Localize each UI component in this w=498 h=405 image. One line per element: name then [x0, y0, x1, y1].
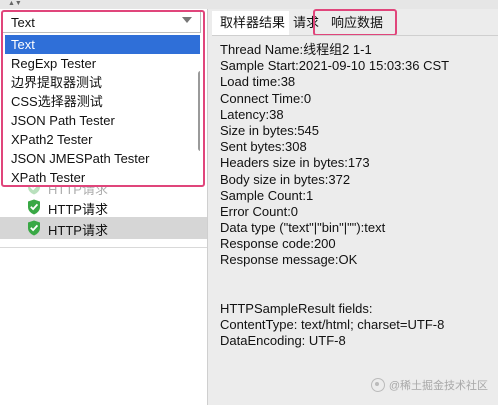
option-json-path-tester[interactable]: JSON Path Tester: [5, 111, 200, 130]
tree-row-label: HTTP请求: [48, 223, 108, 238]
sampler-result-text: Thread Name:线程组2 1-1 Sample Start:2021-0…: [220, 42, 449, 350]
option-xpath2-tester[interactable]: XPath2 Tester: [5, 130, 200, 149]
watermark: @稀土掘金技术社区: [370, 377, 488, 393]
result-line: [220, 285, 449, 301]
tab-highlight-frame: [313, 9, 397, 36]
panel-divider: [0, 247, 207, 248]
result-line: Body size in bytes:372: [220, 171, 351, 187]
shield-check-icon: [28, 220, 40, 236]
result-line: ContentType: text/html; charset=UTF-8: [220, 317, 445, 333]
renderer-options-list: Text RegExp Tester 边界提取器测试 CSS选择器测试 JSON…: [5, 35, 200, 187]
result-line: Response message:OK: [220, 252, 358, 268]
result-line: Connect Time:0: [220, 90, 312, 106]
result-line: Response code:200: [220, 236, 336, 252]
result-line: Error Count:0: [220, 203, 299, 219]
result-line: Data type ("text"|"bin"|""):text: [220, 220, 386, 236]
tree-row[interactable]: HTTP请求: [0, 196, 207, 218]
option-regexp-tester[interactable]: RegExp Tester: [5, 54, 200, 73]
result-line: Headers size in bytes:173: [220, 155, 370, 171]
option-json-jmespath-tester[interactable]: JSON JMESPath Tester: [5, 149, 200, 168]
juejin-logo-icon: [370, 378, 385, 392]
options-scrollbar[interactable]: [198, 71, 200, 151]
result-line: Latency:38: [220, 106, 284, 122]
top-collapse-strip: [0, 0, 498, 9]
result-line: DataEncoding: UTF-8: [220, 333, 346, 349]
tab-divider: [212, 35, 498, 36]
renderer-select[interactable]: Text: [2, 11, 201, 33]
result-line: Sent bytes:308: [220, 139, 307, 155]
chevron-down-icon[interactable]: [182, 17, 192, 23]
option-css-selector-test[interactable]: CSS选择器测试: [5, 92, 200, 111]
result-line: Sample Count:1: [220, 187, 314, 203]
result-line: HTTPSampleResult fields:: [220, 301, 373, 316]
result-line: Load time:38: [220, 74, 296, 90]
result-line: Sample Start:2021-09-10 15:03:36 CST: [220, 58, 450, 74]
option-xpath-tester[interactable]: XPath Tester: [5, 168, 200, 187]
collapse-arrow-icon[interactable]: ▲▼: [8, 0, 22, 8]
shield-check-icon: [28, 199, 40, 215]
result-line: Thread Name:线程组2 1-1: [220, 42, 372, 57]
tab-sampler-result[interactable]: 取样器结果: [212, 11, 290, 35]
tree-row-selected[interactable]: HTTP请求: [0, 217, 207, 239]
option-boundary-extractor-test[interactable]: 边界提取器测试: [5, 73, 200, 92]
option-text[interactable]: Text: [5, 35, 200, 54]
result-line: [220, 269, 449, 285]
renderer-select-value: Text: [11, 15, 35, 30]
watermark-text: @稀土掘金技术社区: [388, 380, 488, 392]
result-line: Size in bytes:545: [220, 122, 320, 138]
tree-row-label: HTTP请求: [48, 202, 108, 217]
